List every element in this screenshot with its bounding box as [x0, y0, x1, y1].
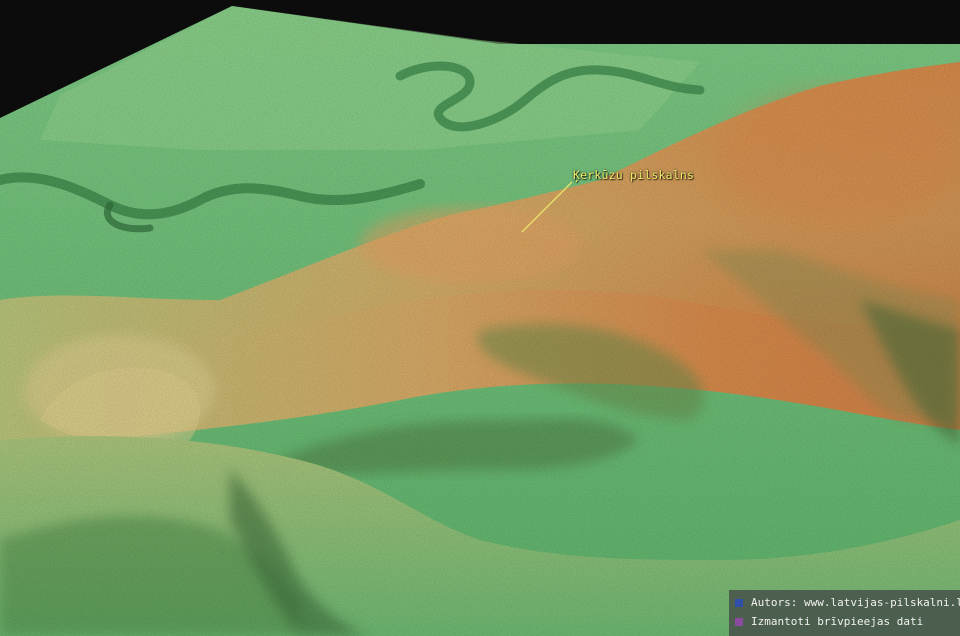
map-viewport[interactable]: Ķerkūzu pilskalns Autors: www.latvijas-p… — [0, 0, 960, 636]
legend-data-text: Izmantoti brīvpieejas dati — [751, 615, 924, 628]
blue-square-icon — [735, 598, 743, 607]
legend-author-text: Autors: www.latvijas-pilskalni.lv — [751, 596, 960, 609]
hillfort-label[interactable]: Ķerkūzu pilskalns — [573, 168, 694, 182]
attribution-legend: Autors: www.latvijas-pilskalni.lv Izmant… — [729, 590, 960, 636]
terrain-3d-relief — [0, 0, 960, 636]
purple-square-icon — [735, 617, 743, 626]
legend-item-data: Izmantoti brīvpieejas dati — [729, 612, 960, 631]
legend-item-author: Autors: www.latvijas-pilskalni.lv — [729, 593, 960, 612]
